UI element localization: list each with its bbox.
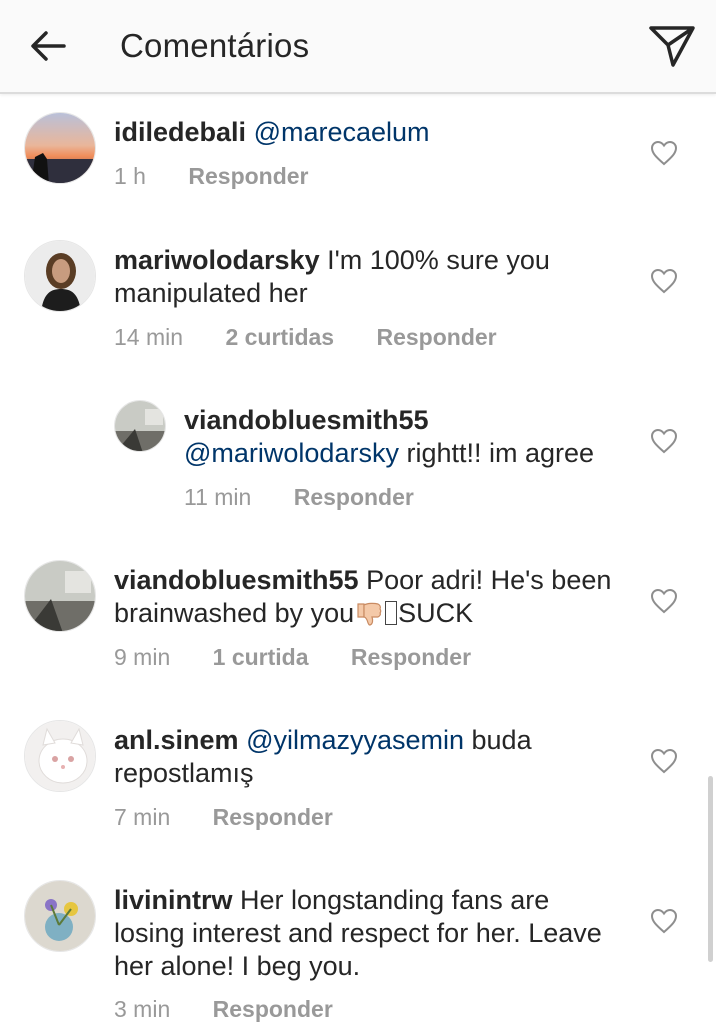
comment-meta: 11 min Responder	[184, 482, 450, 512]
heart-icon[interactable]	[650, 748, 678, 774]
reply-button[interactable]: Responder	[376, 324, 496, 350]
reply-button[interactable]: Responder	[351, 644, 471, 670]
paper-plane-icon	[649, 26, 695, 67]
comment-text: brainwashed by you	[114, 598, 355, 628]
heart-icon[interactable]	[650, 140, 678, 166]
comment-time: 14 min	[114, 324, 184, 350]
comment-mention[interactable]: @marecaelum	[254, 117, 430, 147]
reply-button[interactable]: Responder	[213, 996, 333, 1022]
comment-time: 11 min	[184, 484, 252, 510]
avatar[interactable]	[24, 880, 96, 952]
avatar[interactable]	[24, 240, 96, 312]
comment-time: 1 h	[114, 163, 146, 189]
reply-button[interactable]: Responder	[213, 804, 333, 830]
comment-text: her alone! I beg you.	[114, 951, 361, 981]
reply-button[interactable]: Responder	[188, 163, 308, 189]
comment-time: 9 min	[114, 644, 171, 670]
comment-username[interactable]: idiledebali	[114, 117, 246, 147]
avatar[interactable]	[24, 560, 96, 632]
heart-icon[interactable]	[650, 588, 678, 614]
comment-meta: 9 min 1 curtida Responder	[114, 642, 507, 672]
missing-glyph-box	[385, 601, 398, 625]
comment-text: Poor adri! He's been	[366, 565, 612, 595]
avatar[interactable]	[24, 112, 96, 184]
comment-username[interactable]: anl.sinem	[114, 725, 239, 755]
likes-count[interactable]: 1 curtida	[213, 644, 309, 670]
comment-meta: 1 h Responder	[114, 161, 345, 191]
avatar[interactable]	[24, 720, 96, 792]
reply-button[interactable]: Responder	[294, 484, 414, 510]
comment-text: rightt!! im agree	[398, 438, 595, 468]
back-button[interactable]	[26, 24, 70, 68]
comment-text: manipulated her	[114, 278, 308, 308]
arrow-left-icon	[31, 31, 66, 61]
thumbs-down-emoji-icon	[357, 602, 382, 626]
comment-text: buda	[464, 725, 532, 755]
page-title: Comentários	[120, 27, 310, 64]
heart-icon[interactable]	[650, 908, 678, 934]
comment-text: losing interest and respect for her. Lea…	[114, 918, 602, 948]
comment-text: repostlamış	[114, 758, 254, 788]
comment-mention[interactable]: @mariwolodarsky	[184, 438, 399, 468]
top-app-bar: Comentários	[0, 0, 716, 94]
comment-mention[interactable]: @yilmazyyasemin	[246, 725, 464, 755]
comment-time: 3 min	[114, 996, 171, 1022]
heart-icon[interactable]	[650, 268, 678, 294]
comment-text: SUCK	[398, 598, 474, 628]
scrollbar[interactable]	[708, 776, 713, 962]
comment-meta: 7 min Responder	[114, 802, 369, 832]
share-button[interactable]	[646, 20, 698, 70]
comment-username[interactable]: viandobluesmith55	[184, 405, 429, 435]
comment-meta: 14 min 2 curtidas Responder	[114, 322, 533, 352]
comment-username[interactable]: livinintrw	[114, 885, 233, 915]
comment-time: 7 min	[114, 804, 171, 830]
comment-username[interactable]: mariwolodarsky	[114, 245, 320, 275]
heart-icon[interactable]	[650, 428, 678, 454]
comment-text: Her longstanding fans are	[240, 885, 550, 915]
comment-username[interactable]: viandobluesmith55	[114, 565, 359, 595]
comment-text: I'm 100% sure you	[327, 245, 550, 275]
likes-count[interactable]: 2 curtidas	[225, 324, 334, 350]
comment-meta: 3 min Responder	[114, 994, 369, 1024]
avatar[interactable]	[114, 400, 166, 452]
